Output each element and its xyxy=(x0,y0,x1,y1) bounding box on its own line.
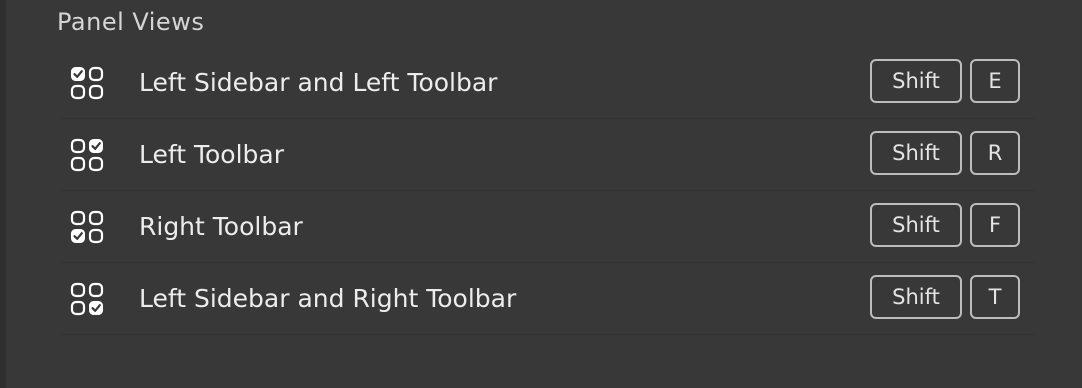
section-title: Panel Views xyxy=(57,8,205,36)
shortcut-row-left-sidebar-right-toolbar[interactable]: Left Sidebar and Right Toolbar Shift T xyxy=(60,263,1035,335)
layout-grid-check-top-left-icon xyxy=(70,66,104,100)
shift-key: Shift xyxy=(870,275,962,319)
shortcut-row-right-toolbar[interactable]: Right Toolbar Shift F xyxy=(60,191,1035,263)
shortcut-row-left-sidebar-left-toolbar[interactable]: Left Sidebar and Left Toolbar Shift E xyxy=(60,47,1035,119)
shortcut-label: Left Toolbar xyxy=(139,140,285,169)
letter-key: R xyxy=(970,131,1020,175)
shortcut-keys: Shift E xyxy=(870,59,1020,103)
shortcut-list: Left Sidebar and Left Toolbar Shift E Le… xyxy=(60,47,1035,335)
shift-key: Shift xyxy=(870,59,962,103)
shortcut-label: Left Sidebar and Left Toolbar xyxy=(139,68,498,97)
layout-grid-check-bottom-right-icon xyxy=(70,282,104,316)
layout-grid-check-top-right-icon xyxy=(70,138,104,172)
layout-grid-check-bottom-left-icon xyxy=(70,210,104,244)
letter-key: E xyxy=(970,59,1020,103)
shortcut-row-left-toolbar[interactable]: Left Toolbar Shift R xyxy=(60,119,1035,191)
shortcut-label: Right Toolbar xyxy=(139,212,303,241)
shortcut-label: Left Sidebar and Right Toolbar xyxy=(139,284,517,313)
panel-views-section: Panel Views Left Sidebar and Left Toolba… xyxy=(0,0,1082,388)
shift-key: Shift xyxy=(870,203,962,247)
shortcut-keys: Shift T xyxy=(870,275,1020,319)
shortcut-keys: Shift R xyxy=(870,131,1020,175)
shift-key: Shift xyxy=(870,131,962,175)
letter-key: F xyxy=(970,203,1020,247)
shortcut-keys: Shift F xyxy=(870,203,1020,247)
left-edge-divider xyxy=(0,0,6,388)
letter-key: T xyxy=(970,275,1020,319)
